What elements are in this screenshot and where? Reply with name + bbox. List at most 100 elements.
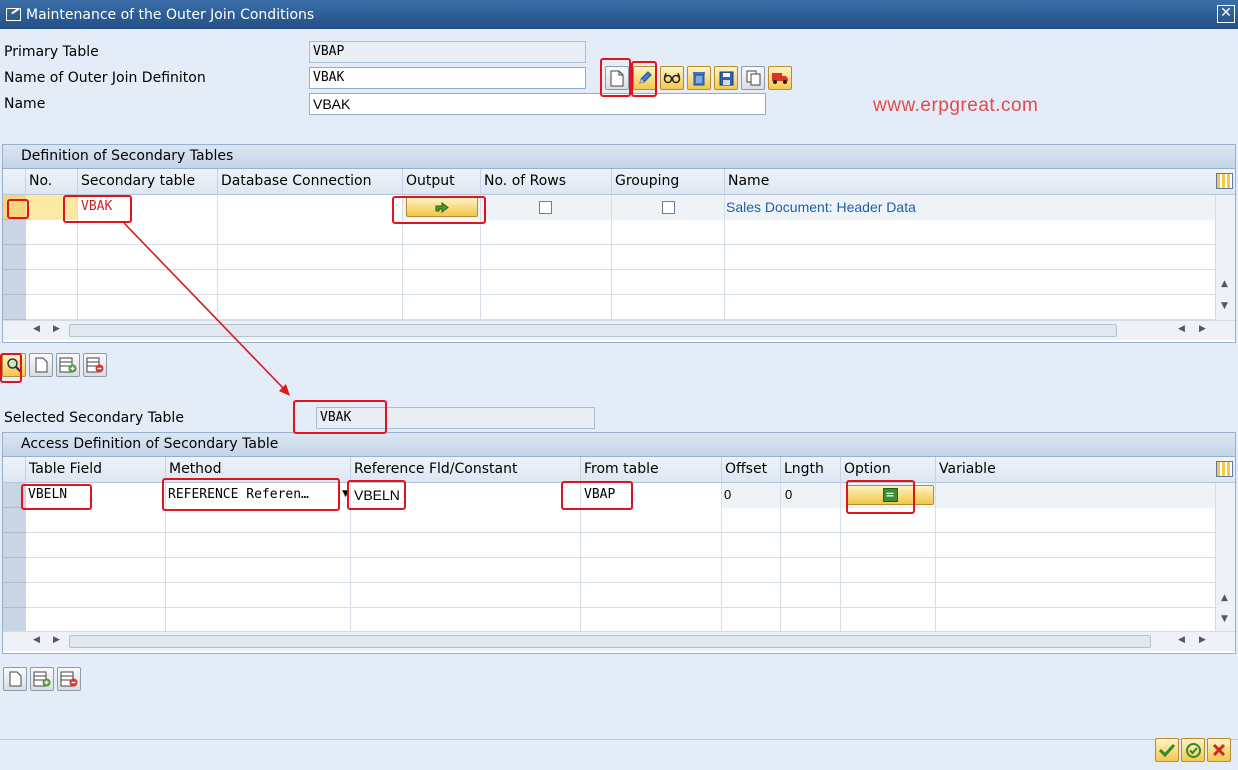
delete-button[interactable] bbox=[687, 66, 711, 90]
name-field[interactable]: VBAK bbox=[309, 93, 766, 115]
col-header-method[interactable]: Method bbox=[166, 457, 351, 483]
select-all-header[interactable] bbox=[3, 457, 26, 483]
cell-reference[interactable]: VBELN bbox=[351, 483, 581, 508]
confirm-button[interactable] bbox=[1155, 738, 1179, 762]
row-selector[interactable] bbox=[3, 583, 26, 608]
row-selector[interactable] bbox=[3, 533, 26, 558]
table-row[interactable] bbox=[26, 583, 1215, 608]
row-selector[interactable] bbox=[3, 558, 26, 583]
delete-row-button[interactable] bbox=[83, 353, 107, 377]
col-header-from-table[interactable]: From table bbox=[581, 457, 722, 483]
scroll-left-icon[interactable]: ◀ bbox=[33, 324, 40, 334]
scroll-right-end-icon[interactable]: ▶ bbox=[1199, 324, 1206, 334]
cell-database-connection[interactable] bbox=[218, 195, 403, 220]
horizontal-scrollbar[interactable]: ◀ ▶ ◀ ▶ bbox=[3, 320, 1235, 340]
save-button[interactable] bbox=[714, 66, 738, 90]
table-row[interactable] bbox=[26, 533, 1215, 558]
col-header-table-field[interactable]: Table Field bbox=[26, 457, 166, 483]
scroll-down-icon[interactable]: ▼ bbox=[1221, 614, 1228, 624]
row-selector[interactable] bbox=[3, 220, 26, 245]
horizontal-scrollbar[interactable]: ◀ ▶ ◀ ▶ bbox=[3, 631, 1235, 651]
no-of-rows-checkbox[interactable] bbox=[539, 201, 552, 214]
scroll-thumb[interactable] bbox=[69, 635, 1151, 648]
cell-secondary-table[interactable]: VBAK bbox=[78, 195, 218, 220]
column-settings-icon[interactable] bbox=[1216, 461, 1233, 477]
table-row[interactable] bbox=[26, 220, 1215, 245]
insert-row-button[interactable] bbox=[29, 353, 53, 377]
scroll-right-icon[interactable]: ▶ bbox=[53, 324, 60, 334]
display-button[interactable] bbox=[660, 66, 684, 90]
select-all-header[interactable] bbox=[3, 169, 26, 195]
col-header-option[interactable]: Option bbox=[841, 457, 936, 483]
delete-row-button[interactable] bbox=[57, 667, 81, 691]
col-header-no[interactable]: No. bbox=[26, 169, 78, 195]
scroll-left-end-icon[interactable]: ◀ bbox=[1178, 635, 1185, 645]
scroll-left-end-icon[interactable]: ◀ bbox=[1178, 324, 1185, 334]
equals-icon: = bbox=[882, 488, 898, 502]
table-row[interactable] bbox=[26, 245, 1215, 270]
scroll-up-icon[interactable]: ▲ bbox=[1221, 279, 1228, 289]
col-header-length[interactable]: Lngth bbox=[781, 457, 841, 483]
scroll-right-end-icon[interactable]: ▶ bbox=[1199, 635, 1206, 645]
col-header-name[interactable]: Name bbox=[725, 169, 1215, 195]
scroll-thumb[interactable] bbox=[69, 324, 1117, 337]
row-selector[interactable] bbox=[3, 195, 26, 220]
access-definition-panel: Access Definition of Secondary Table Tab… bbox=[2, 432, 1236, 654]
cell-no[interactable] bbox=[26, 195, 78, 220]
copy-button[interactable] bbox=[741, 66, 765, 90]
row-selector[interactable] bbox=[3, 608, 26, 633]
column-settings-icon[interactable] bbox=[1216, 173, 1233, 189]
table-row[interactable] bbox=[26, 270, 1215, 295]
table-row[interactable] bbox=[26, 295, 1215, 320]
new-document-button[interactable] bbox=[605, 66, 629, 90]
table-row[interactable] bbox=[26, 508, 1215, 533]
cell-output bbox=[403, 195, 481, 220]
table-row[interactable]: VBELN REFERENCE Referen… ▼ VBELN VBAP 0 bbox=[26, 483, 1215, 508]
col-header-offset[interactable]: Offset bbox=[722, 457, 781, 483]
cell-from-table[interactable]: VBAP bbox=[581, 483, 722, 508]
append-row-button[interactable] bbox=[56, 353, 80, 377]
new-document-icon bbox=[35, 357, 47, 373]
scroll-up-icon[interactable]: ▲ bbox=[1221, 593, 1228, 603]
scroll-left-icon[interactable]: ◀ bbox=[33, 635, 40, 645]
edit-button[interactable] bbox=[633, 66, 657, 90]
row-selector[interactable] bbox=[3, 295, 26, 320]
secondary-tables-panel: Definition of Secondary Tables No. Secon… bbox=[2, 144, 1236, 343]
selected-secondary-field: VBAK bbox=[316, 407, 595, 429]
col-header-output[interactable]: Output bbox=[403, 169, 481, 195]
close-icon[interactable]: ✕ bbox=[1217, 5, 1235, 23]
cell-method[interactable]: REFERENCE Referen… ▼ bbox=[166, 483, 351, 508]
transport-button[interactable] bbox=[768, 66, 792, 90]
vertical-scrollbar[interactable]: ▲ ▼ bbox=[1215, 195, 1235, 320]
cell-table-field[interactable]: VBELN bbox=[26, 483, 166, 508]
col-header-secondary-table[interactable]: Secondary table bbox=[78, 169, 218, 195]
access-definition-title: Access Definition of Secondary Table bbox=[3, 433, 1235, 457]
check-refresh-button[interactable] bbox=[1181, 738, 1205, 762]
outer-join-field[interactable]: VBAK bbox=[309, 67, 586, 89]
table-row[interactable]: VBAK Sales Document: Header Data bbox=[26, 195, 1215, 220]
col-header-database-connection[interactable]: Database Connection bbox=[218, 169, 403, 195]
cancel-button[interactable] bbox=[1207, 738, 1231, 762]
insert-row-button[interactable] bbox=[3, 667, 27, 691]
table-row[interactable] bbox=[26, 558, 1215, 583]
row-selector[interactable] bbox=[3, 270, 26, 295]
dropdown-arrow-icon[interactable]: ▼ bbox=[342, 489, 349, 499]
col-header-variable[interactable]: Variable bbox=[936, 457, 1215, 483]
table-row[interactable] bbox=[26, 608, 1215, 633]
col-header-no-of-rows[interactable]: No. of Rows bbox=[481, 169, 612, 195]
col-header-reference[interactable]: Reference Fld/Constant bbox=[351, 457, 581, 483]
row-selector-column bbox=[3, 195, 26, 320]
grouping-checkbox[interactable] bbox=[662, 201, 675, 214]
row-selector[interactable] bbox=[3, 483, 26, 508]
row-selector[interactable] bbox=[3, 245, 26, 270]
details-button[interactable] bbox=[2, 353, 26, 377]
cell-variable[interactable] bbox=[936, 483, 1215, 508]
scroll-right-icon[interactable]: ▶ bbox=[53, 635, 60, 645]
col-header-grouping[interactable]: Grouping bbox=[612, 169, 725, 195]
append-row-button[interactable] bbox=[30, 667, 54, 691]
output-button[interactable] bbox=[406, 197, 478, 217]
vertical-scrollbar[interactable]: ▲ ▼ bbox=[1215, 483, 1235, 633]
scroll-down-icon[interactable]: ▼ bbox=[1221, 301, 1228, 311]
row-selector[interactable] bbox=[3, 508, 26, 533]
option-button[interactable]: = bbox=[846, 485, 934, 505]
